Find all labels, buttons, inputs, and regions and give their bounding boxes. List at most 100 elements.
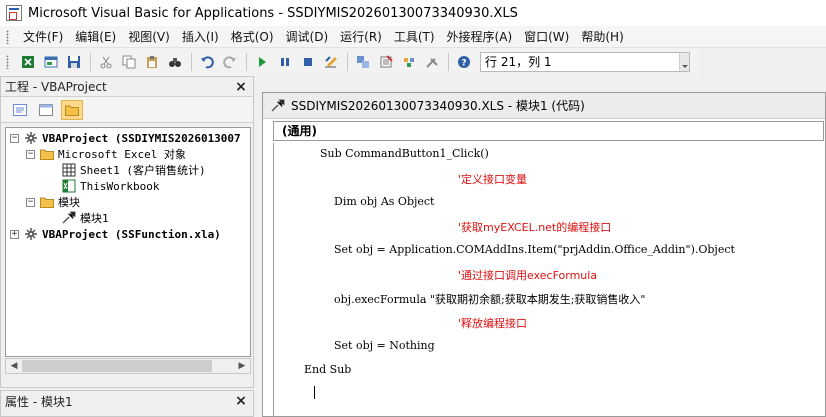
tree-label: Microsoft Excel 对象 [58, 148, 186, 161]
project-panel-close-button[interactable]: × [233, 79, 249, 95]
object-dropdown[interactable]: (通用) [273, 121, 824, 141]
code-line: Sub CommandButton1_Click() [320, 147, 489, 160]
design-mode-button[interactable] [320, 51, 342, 73]
toolbar-separator [246, 53, 247, 71]
scissors-icon [100, 56, 112, 69]
cut-button[interactable] [95, 51, 117, 73]
design-mode-icon [325, 56, 337, 68]
code-line: Set obj = Application.COMAddIns.Item("pr… [334, 243, 735, 256]
menu-run[interactable]: 运行(R) [334, 28, 388, 45]
menu-tools[interactable]: 工具(T) [388, 28, 441, 45]
tree-item-thisworkbook[interactable]: ThisWorkbook [62, 178, 159, 194]
vba-app-icon [6, 5, 22, 21]
tree-item-excel-objects[interactable]: − Microsoft Excel 对象 [26, 146, 186, 162]
project-tree: − VBAProject (SSDIYMIS2026013007 − Micro… [5, 127, 251, 357]
excel-icon [22, 56, 34, 68]
find-button[interactable] [164, 51, 186, 73]
undo-button[interactable] [196, 51, 218, 73]
workbook-icon [62, 179, 76, 193]
code-window-titlebar: SSDIYMIS20260130073340930.XLS - 模块1 (代码) [263, 93, 825, 119]
help-icon: ? [458, 56, 470, 69]
svg-text:?: ? [461, 59, 466, 69]
view-object-icon [39, 103, 53, 116]
code-line: obj.execFormula "获取期初余额;获取本期发生;获取销售收入" [334, 293, 646, 306]
code-editor[interactable]: Sub CommandButton1_Click() '定义接口变量 Dim o… [273, 143, 824, 417]
worksheet-icon [62, 163, 76, 177]
project-panel-header: 工程 - VBAProject × [1, 77, 253, 97]
properties-window-button[interactable] [375, 51, 397, 73]
tree-item-vbaproject-ssfunction[interactable]: + VBAProject (SSFunction.xla) [10, 226, 221, 242]
properties-panel-close-button[interactable]: × [233, 393, 249, 409]
folder-icon [65, 105, 79, 116]
cursor-position-text: 行 21，列 1 [485, 55, 552, 69]
menu-addins[interactable]: 外接程序(A) [441, 28, 519, 45]
text-cursor [314, 386, 315, 399]
tree-expander-collapse[interactable]: − [10, 133, 19, 143]
tree-label: VBAProject (SSDIYMIS2026013007 [42, 131, 241, 145]
toolbox-button[interactable] [421, 51, 443, 73]
standard-toolbar: ? 行 21，列 1 [0, 48, 700, 76]
tree-label: ThisWorkbook [80, 179, 160, 193]
code-comment: '定义接口变量 [458, 173, 528, 186]
menubar-grip[interactable] [6, 29, 9, 44]
toolbar-options-dropdown[interactable] [679, 53, 689, 71]
tree-item-modules-folder[interactable]: − 模块 [26, 194, 80, 210]
project-explorer-button[interactable] [352, 51, 374, 73]
menu-edit[interactable]: 编辑(E) [69, 28, 122, 45]
toolbar-separator [191, 53, 192, 71]
save-button[interactable] [63, 51, 85, 73]
code-comment: '通过接口调用execFormula [458, 269, 598, 282]
view-code-button[interactable] [9, 100, 31, 120]
menu-format[interactable]: 格式(O) [225, 28, 280, 45]
toolbox-icon [426, 58, 438, 68]
code-line: Dim obj As Object [334, 195, 435, 208]
break-button[interactable] [274, 51, 296, 73]
tree-label: VBAProject (SSFunction.xla) [42, 227, 221, 241]
folder-icon [40, 197, 54, 208]
project-explorer-icon [357, 56, 369, 68]
project-panel-title: 工程 - VBAProject [5, 80, 107, 94]
object-browser-button[interactable] [398, 51, 420, 73]
undo-icon [201, 56, 214, 69]
properties-panel-title: 属性 - 模块1 [5, 394, 73, 409]
tree-item-module1[interactable]: 模块1 [62, 210, 109, 226]
tree-label: 模块 [58, 196, 80, 209]
menu-help[interactable]: 帮助(H) [575, 28, 629, 45]
scrollbar-thumb[interactable] [22, 360, 212, 372]
tree-item-vbaproject-main[interactable]: − VBAProject (SSDIYMIS2026013007 [10, 130, 241, 146]
tree-expander-collapse[interactable]: − [26, 197, 35, 207]
properties-icon [380, 55, 393, 68]
redo-button[interactable] [219, 51, 241, 73]
tree-label: 模块1 [80, 210, 109, 226]
module-icon [62, 211, 76, 224]
toolbar-grip[interactable] [6, 55, 9, 69]
scrollbar-track[interactable] [22, 359, 234, 373]
menu-window[interactable]: 窗口(W) [518, 28, 575, 45]
reset-button[interactable] [297, 51, 319, 73]
copy-button[interactable] [118, 51, 140, 73]
view-excel-button[interactable] [17, 51, 39, 73]
toggle-folders-button[interactable] [61, 99, 83, 120]
insert-userform-button[interactable] [40, 51, 62, 73]
tree-expander-expand[interactable]: + [10, 229, 19, 239]
project-tree-horizontal-scrollbar[interactable]: ◀ ▶ [5, 358, 251, 374]
help-button[interactable]: ? [453, 51, 475, 73]
menu-insert[interactable]: 插入(I) [176, 28, 225, 45]
code-window-title: SSDIYMIS20260130073340930.XLS - 模块1 (代码) [291, 99, 585, 113]
menu-debug[interactable]: 调试(D) [280, 28, 335, 45]
menu-view[interactable]: 视图(V) [122, 28, 176, 45]
floppy-disk-icon [68, 56, 80, 68]
menu-file[interactable]: 文件(F) [17, 28, 69, 45]
scroll-right-arrow-icon[interactable]: ▶ [234, 359, 250, 373]
code-comment: '获取myEXCEL.net的编程接口 [458, 221, 612, 234]
scroll-left-arrow-icon[interactable]: ◀ [6, 359, 22, 373]
code-window: SSDIYMIS20260130073340930.XLS - 模块1 (代码)… [262, 92, 826, 417]
run-button[interactable] [251, 51, 273, 73]
folder-icon [40, 149, 54, 160]
view-object-button[interactable] [35, 100, 57, 120]
tree-label: Sheet1 (客户销售统计) [80, 164, 206, 177]
paste-button[interactable] [141, 51, 163, 73]
toolbar-separator [347, 53, 348, 71]
tree-expander-collapse[interactable]: − [26, 149, 35, 159]
tree-item-sheet1[interactable]: Sheet1 (客户销售统计) [62, 162, 206, 178]
